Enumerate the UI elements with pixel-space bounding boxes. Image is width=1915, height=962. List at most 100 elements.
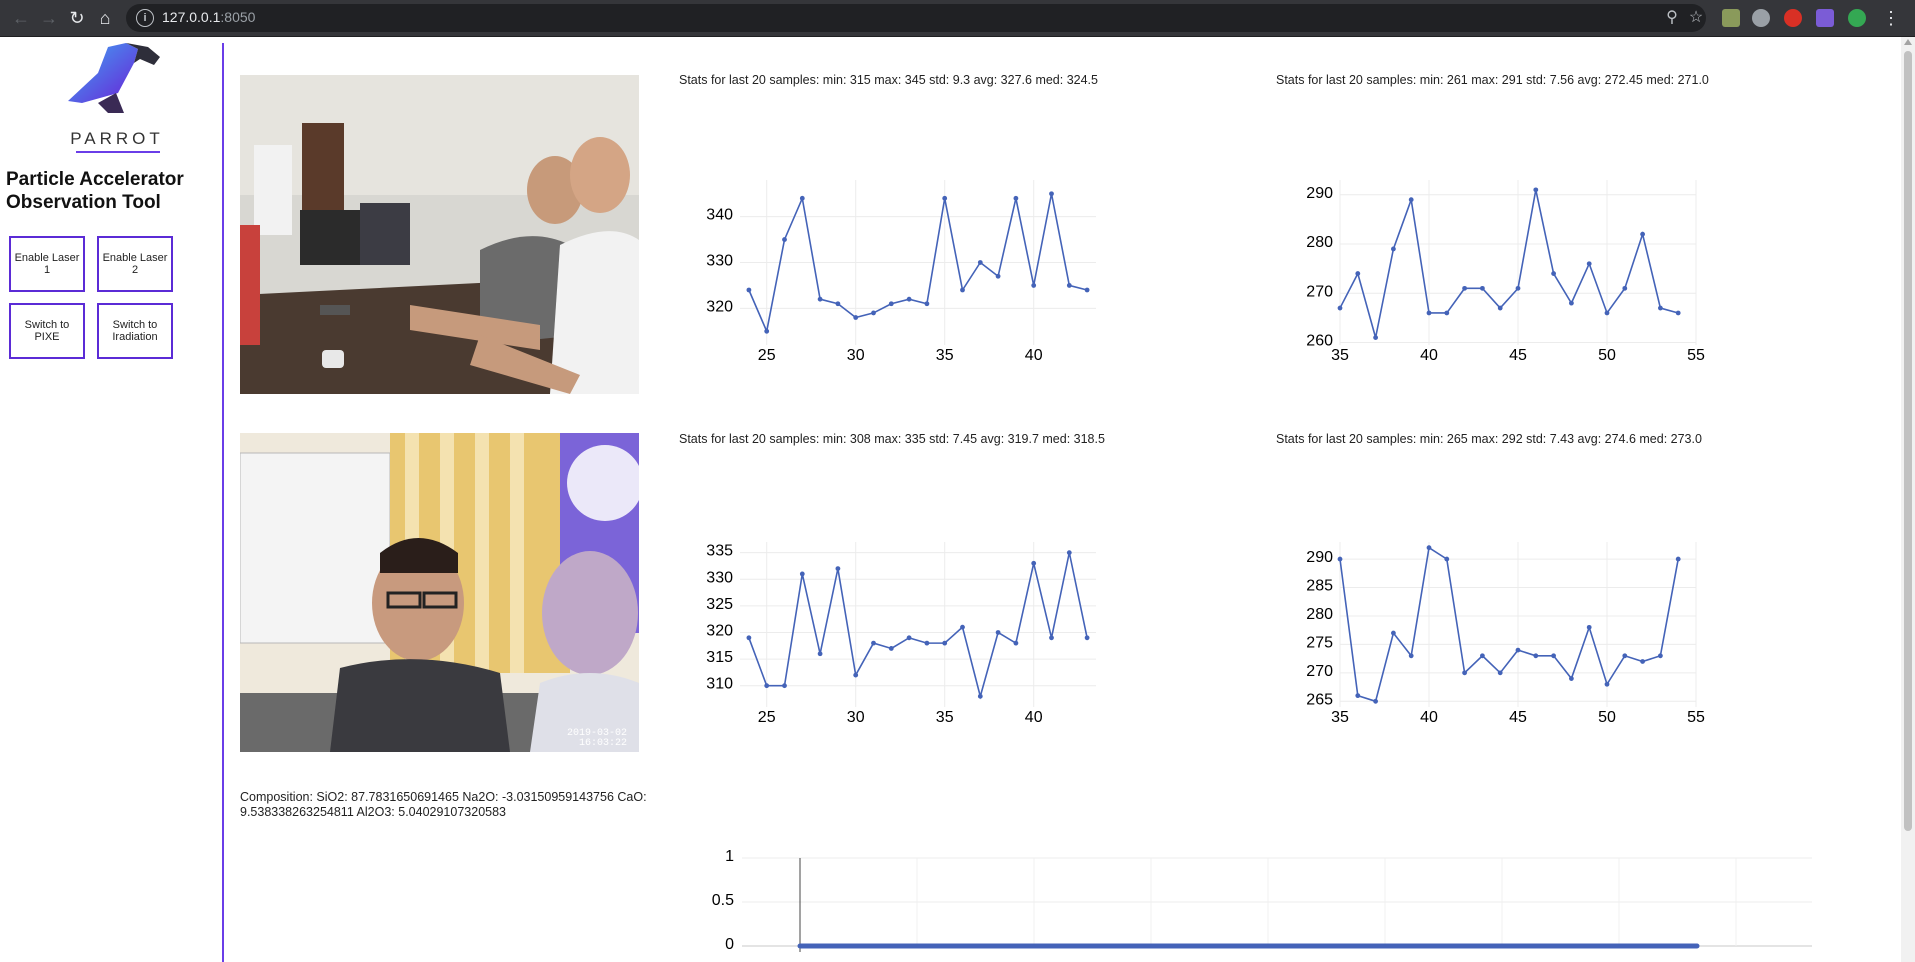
home-icon[interactable]: ⌂ <box>94 7 116 29</box>
data-point[interactable] <box>1031 560 1037 566</box>
line-chart-1[interactable]: 25 30 35 40 320 330 340 <box>700 170 1110 375</box>
data-point[interactable] <box>1658 305 1663 311</box>
data-point[interactable] <box>1355 271 1361 276</box>
back-icon[interactable]: ← <box>10 7 32 29</box>
data-point[interactable] <box>942 195 948 201</box>
data-point[interactable] <box>942 640 948 646</box>
data-point[interactable] <box>906 296 912 302</box>
forward-icon[interactable]: → <box>38 7 60 29</box>
data-point[interactable] <box>871 310 876 316</box>
data-point[interactable] <box>1462 285 1467 291</box>
data-point[interactable] <box>835 301 841 307</box>
data-point[interactable] <box>1462 670 1467 676</box>
data-point[interactable] <box>1480 285 1485 291</box>
data-point[interactable] <box>1408 653 1414 659</box>
data-point[interactable] <box>835 566 841 572</box>
line-chart-4[interactable]: 35 40 45 50 55 265 270 275 280 285 290 <box>1300 532 1710 737</box>
data-point[interactable] <box>960 624 965 630</box>
data-point[interactable] <box>888 646 894 651</box>
data-point[interactable] <box>1604 681 1610 687</box>
data-point[interactable] <box>1640 659 1645 664</box>
switch-to-iradiation-button[interactable]: Switch to Iradiation <box>97 303 173 359</box>
page-scrollbar[interactable] <box>1901 37 1915 962</box>
data-point[interactable] <box>871 640 876 646</box>
data-point[interactable] <box>1515 647 1521 653</box>
data-point[interactable] <box>1604 310 1610 316</box>
data-point[interactable] <box>924 640 930 646</box>
data-point[interactable] <box>799 571 805 577</box>
data-point[interactable] <box>746 635 752 641</box>
data-point[interactable] <box>977 260 983 265</box>
line-chart-3[interactable]: 25 30 35 40 310 315 320 325 330 335 <box>700 532 1110 737</box>
zoom-icon[interactable]: ⚲ <box>1662 8 1682 28</box>
data-point[interactable] <box>1675 556 1681 562</box>
data-point[interactable] <box>1497 305 1503 311</box>
scroll-thumb[interactable] <box>1904 51 1912 831</box>
data-point[interactable] <box>782 237 787 242</box>
data-point[interactable] <box>1013 195 1019 201</box>
data-point[interactable] <box>1658 653 1663 659</box>
data-point[interactable] <box>1084 287 1090 293</box>
data-point[interactable] <box>1084 635 1090 641</box>
data-point[interactable] <box>746 287 752 293</box>
data-point[interactable] <box>995 630 1001 635</box>
data-point[interactable] <box>817 296 823 302</box>
data-point[interactable] <box>764 328 770 334</box>
data-point[interactable] <box>1480 653 1485 659</box>
data-point[interactable] <box>782 683 787 689</box>
data-point[interactable] <box>1337 305 1343 311</box>
switch-to-pixe-button[interactable]: Switch to PIXE <box>9 303 85 359</box>
data-point[interactable] <box>1497 670 1503 676</box>
data-point[interactable] <box>924 301 930 307</box>
line-chart-2[interactable]: 35 40 45 50 55 260 270 280 290 <box>1300 170 1710 375</box>
data-point[interactable] <box>799 195 805 201</box>
data-point[interactable] <box>1391 630 1396 636</box>
data-point[interactable] <box>1640 231 1645 237</box>
data-point[interactable] <box>853 672 859 678</box>
data-point[interactable] <box>764 683 770 689</box>
data-point[interactable] <box>1675 310 1681 316</box>
data-point[interactable] <box>1622 285 1628 291</box>
menu-kebab-icon[interactable]: ⋮ <box>1880 7 1902 29</box>
data-point[interactable] <box>1049 191 1054 197</box>
data-point[interactable] <box>1373 335 1378 341</box>
data-point[interactable] <box>1426 310 1432 316</box>
bottom-line-chart[interactable]: 10.50 <box>700 848 1820 962</box>
data-point[interactable] <box>1533 187 1539 193</box>
data-point[interactable] <box>1337 556 1343 562</box>
data-point[interactable] <box>1444 556 1450 562</box>
enable-laser-2-button[interactable]: Enable Laser 2 <box>97 236 173 292</box>
site-info-icon[interactable]: i <box>136 9 154 27</box>
extension-purple-icon[interactable] <box>1816 9 1834 27</box>
data-point[interactable] <box>853 315 859 320</box>
data-point[interactable] <box>1408 197 1414 203</box>
data-point[interactable] <box>1622 653 1628 659</box>
extension-red-icon[interactable] <box>1784 9 1802 27</box>
data-point[interactable] <box>1551 653 1556 659</box>
data-point[interactable] <box>1533 653 1539 659</box>
data-point[interactable] <box>1391 246 1396 252</box>
data-point[interactable] <box>1013 640 1019 646</box>
data-point[interactable] <box>1551 271 1556 276</box>
bookmark-star-icon[interactable]: ☆ <box>1686 8 1706 28</box>
data-point[interactable] <box>1444 310 1450 316</box>
data-point[interactable] <box>817 651 823 657</box>
data-point[interactable] <box>906 635 912 641</box>
extension-image-icon[interactable] <box>1722 9 1740 27</box>
data-point[interactable] <box>888 301 894 307</box>
data-point[interactable] <box>1586 261 1592 267</box>
data-point[interactable] <box>1066 283 1072 288</box>
data-point[interactable] <box>1373 698 1378 704</box>
data-point[interactable] <box>1066 550 1072 556</box>
address-bar[interactable]: i 127.0.0.1:8050 ⚲ ☆ <box>126 4 1706 32</box>
data-point[interactable] <box>960 287 965 293</box>
data-point[interactable] <box>1586 624 1592 630</box>
enable-laser-1-button[interactable]: Enable Laser 1 <box>9 236 85 292</box>
data-point[interactable] <box>1515 285 1521 291</box>
reload-icon[interactable]: ↻ <box>66 7 88 29</box>
extension-check-icon[interactable] <box>1848 9 1866 27</box>
scroll-up-icon[interactable] <box>1904 39 1912 45</box>
data-point[interactable] <box>1569 300 1574 306</box>
data-point[interactable] <box>1049 635 1054 641</box>
data-point[interactable] <box>1031 283 1037 288</box>
